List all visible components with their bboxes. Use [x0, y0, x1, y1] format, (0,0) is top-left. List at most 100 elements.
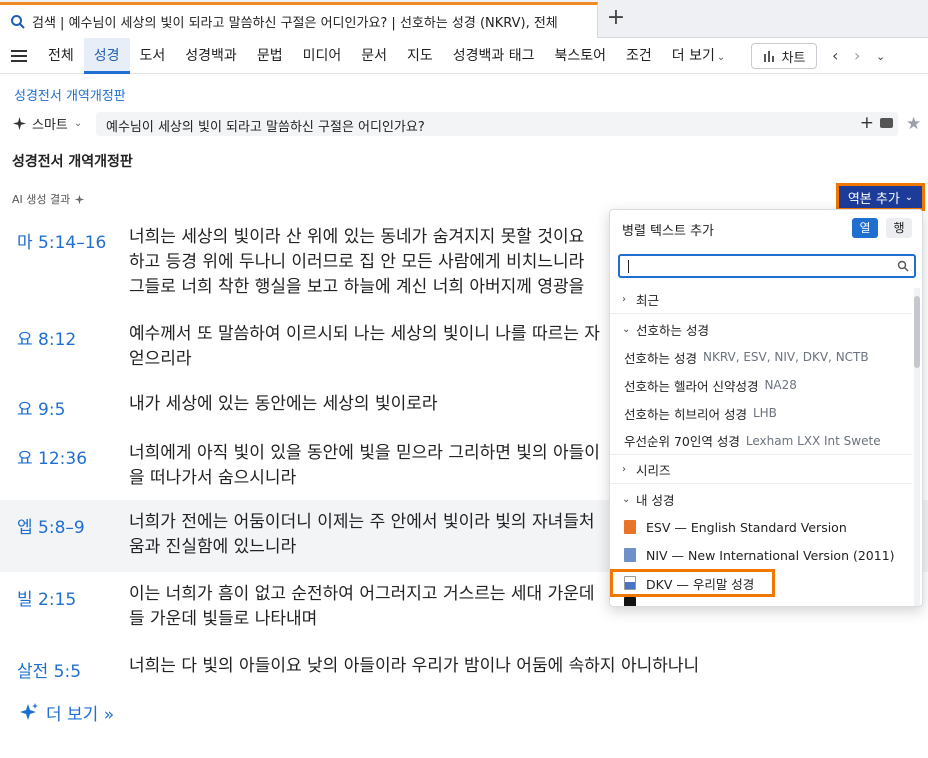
search-query: 예수님이 세상의 빛이 되라고 말씀하신 구절은 어디인가요? — [106, 120, 425, 135]
search-mode-label: 스마트 — [32, 118, 68, 133]
chevron-down-icon: ⌄ — [716, 52, 726, 63]
menu-icon[interactable] — [10, 47, 28, 65]
bible-item-dkv[interactable]: DKV — 우리말 성경 — [610, 569, 775, 597]
search-input[interactable]: 예수님이 세상의 빛이 되라고 말씀하신 구절은 어디인가요? + — [96, 112, 898, 136]
group-label: 내 성경 — [636, 492, 675, 508]
row-toggle[interactable]: 행 — [886, 218, 912, 238]
bar-chart-icon — [763, 51, 774, 62]
item-sub: NA28 — [764, 378, 797, 392]
bible-name: ESV — English Standard Version — [646, 519, 847, 535]
group-series[interactable]: › 시리즈 — [610, 456, 912, 484]
bible-item-esv[interactable]: ESV — English Standard Version — [610, 513, 912, 541]
chevron-down-icon: ⌄ — [622, 493, 631, 505]
book-cover-icon — [624, 576, 636, 590]
tab-title: 검색 | 예수님이 세상의 빛이 되라고 말씀하신 구절은 어디인가요? | 선… — [32, 16, 558, 31]
column-toggle[interactable]: 열 — [852, 218, 878, 238]
result-reference[interactable]: 마 5:14–16 — [17, 228, 106, 253]
nav-tab-media[interactable]: 미디어 — [293, 38, 352, 74]
search-mode-dropdown[interactable]: 스마트 ⌄ — [12, 114, 82, 133]
bible-item-niv[interactable]: NIV — New International Version (2011) — [610, 541, 912, 569]
chevron-right-icon: › — [622, 294, 626, 305]
nav-tab-bible-encyclopedia[interactable]: 성경백과 — [175, 38, 247, 74]
book-cover-icon — [624, 548, 636, 562]
chevron-down-icon: ⌄ — [622, 323, 631, 335]
nav-tab-grammar[interactable]: 문법 — [247, 38, 293, 74]
group-label: 최근 — [636, 293, 660, 308]
nav-tab-books[interactable]: 도서 — [130, 38, 176, 74]
list-item[interactable]: 선호하는 헬라어 신약성경 NA28 — [610, 371, 912, 399]
add-version-button[interactable]: 역본 추가 ⌄ — [836, 183, 925, 211]
chevron-down-icon: ⌄ — [904, 191, 914, 203]
list-item-partial — [610, 597, 912, 606]
new-tab-button[interactable]: + — [603, 6, 629, 32]
more-results-link[interactable]: 더 보기 » — [18, 700, 114, 725]
item-sub: NKRV, ESV, NIV, DKV, NCTB — [702, 350, 869, 364]
scrollbar-thumb[interactable] — [914, 296, 920, 368]
sparkle-icon — [12, 116, 27, 131]
result-reference[interactable]: 빌 2:15 — [17, 585, 76, 610]
result-reference[interactable]: 요 8:12 — [17, 325, 76, 350]
plus-icon[interactable]: + — [860, 113, 874, 133]
more-results-label: 더 보기 » — [46, 705, 115, 725]
chevron-right-icon[interactable]: › — [854, 46, 860, 65]
panel-title: 병렬 텍스트 추가 — [622, 224, 714, 239]
item-sub: Lexham LXX Int Swete — [745, 433, 881, 448]
search-icon — [11, 14, 25, 29]
list-item[interactable]: 선호하는 히브리어 성경 LHB — [610, 399, 912, 427]
sparkle-icon — [20, 702, 38, 720]
group-my-bibles[interactable]: ⌄ 내 성경 — [610, 485, 912, 513]
chevron-down-icon[interactable]: ⌄ — [876, 50, 885, 63]
result-reference[interactable]: 엡 5:8–9 — [17, 513, 85, 538]
resource-link[interactable]: 성경전서 개역개정판 — [14, 85, 126, 104]
result-reference[interactable]: 요 12:36 — [17, 444, 87, 469]
item-sub: LHB — [752, 406, 777, 420]
bible-name: DKV — 우리말 성경 — [646, 576, 755, 592]
keyboard-icon[interactable] — [880, 118, 893, 128]
nav-more-label: 더 보기 — [671, 48, 715, 64]
search-icon — [897, 260, 909, 272]
panel-scrollbar[interactable] — [914, 288, 920, 606]
nav-tab-more[interactable]: 더 보기 ⌄ — [662, 38, 735, 74]
panel-search-input[interactable] — [618, 254, 916, 278]
ai-result-label: AI 생성 결과 — [12, 191, 85, 207]
result-reference[interactable]: 살전 5:5 — [17, 657, 81, 682]
item-name: 우선순위 70인역 성경 — [624, 434, 740, 449]
book-cover-icon — [624, 520, 636, 534]
browser-tab-active[interactable]: 검색 | 예수님이 세상의 빛이 되라고 말씀하신 구절은 어디인가요? | 선… — [0, 2, 598, 38]
search-row: 스마트 ⌄ 예수님이 세상의 빛이 되라고 말씀하신 구절은 어디인가요? + … — [0, 110, 928, 138]
ai-result-text: AI 생성 결과 — [12, 193, 71, 206]
bible-name: NIV — New International Version (2011) — [646, 547, 895, 563]
list-item[interactable]: 우선순위 70인역 성경 Lexham LXX Int Swete — [610, 427, 912, 455]
result-text: 너희는 다 빛의 아들이요 낮의 아들이라 우리가 밤이나 어둠에 속하지 아니… — [129, 656, 700, 676]
text-cursor — [628, 260, 629, 273]
result-reference[interactable]: 요 9:5 — [17, 395, 65, 420]
nav-tab-bookstore[interactable]: 북스토어 — [545, 38, 617, 74]
book-cover-icon — [624, 597, 636, 606]
item-name: 선호하는 헬라어 신약성경 — [624, 378, 759, 394]
parallel-text-panel: 병렬 텍스트 추가 열 행 › 최근 ⌄ 선호하는 성경 선호하는 성경 NKR… — [609, 209, 923, 607]
nav-tab-all[interactable]: 전체 — [38, 38, 84, 74]
chevron-down-icon: ⌄ — [73, 118, 83, 129]
nav-tab-encyclopedia-tags[interactable]: 성경백과 태그 — [443, 38, 545, 74]
nav-tab-conditions[interactable]: 조건 — [616, 38, 662, 74]
section-title: 성경전서 개역개정판 — [12, 154, 133, 170]
nav-tab-bible[interactable]: 성경 — [83, 38, 130, 74]
item-name: 선호하는 히브리어 성경 — [624, 406, 747, 422]
item-name: 선호하는 성경 — [624, 350, 697, 366]
nav-tab-maps[interactable]: 지도 — [397, 38, 443, 74]
list-item[interactable]: 선호하는 성경 NKRV, ESV, NIV, DKV, NCTB — [610, 343, 912, 371]
group-preferred[interactable]: ⌄ 선호하는 성경 — [610, 315, 912, 343]
star-icon[interactable]: ★ — [906, 114, 921, 134]
add-version-label: 역본 추가 — [847, 191, 900, 207]
group-label: 시리즈 — [636, 463, 671, 478]
chart-button-label: 차트 — [781, 50, 806, 66]
nav-tab-documents[interactable]: 문서 — [351, 38, 397, 74]
chevron-left-icon[interactable]: ‹ — [832, 46, 838, 65]
tab-strip: 검색 | 예수님이 세상의 빛이 되라고 말씀하신 구절은 어디인가요? | 선… — [0, 0, 928, 38]
sparkle-icon — [74, 194, 85, 204]
group-recent[interactable]: › 최근 — [610, 286, 912, 314]
chart-button[interactable]: 차트 — [751, 43, 817, 69]
chevron-right-icon: › — [622, 464, 626, 475]
navigation-bar: 전체 성경 도서 성경백과 문법 미디어 문서 지도 성경백과 태그 북스토어 … — [0, 38, 928, 74]
result-row: 살전 5:5 너희는 다 빛의 아들이요 낮의 아들이라 우리가 밤이나 어둠에… — [0, 644, 928, 694]
